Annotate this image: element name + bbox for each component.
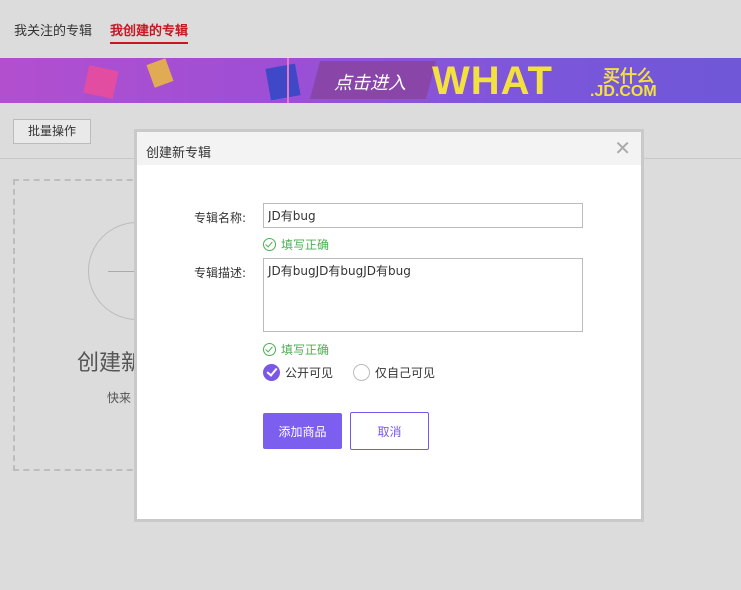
album-name-label: 专辑名称:	[194, 211, 247, 225]
decor-shape	[146, 58, 174, 88]
create-album-desc: 快来	[107, 391, 132, 405]
dialog-title: 创建新专辑	[146, 146, 212, 161]
check-circle-icon	[263, 238, 276, 251]
close-icon[interactable]: ✕	[614, 138, 631, 158]
album-name-valid-text: 填写正确	[281, 238, 330, 252]
album-desc-valid: 填写正确	[263, 341, 329, 358]
decor-shape	[265, 63, 301, 101]
album-name-input[interactable]	[263, 203, 583, 228]
add-product-button[interactable]: 添加商品	[263, 413, 342, 449]
decor-divider	[287, 58, 289, 103]
cancel-button[interactable]: 取消	[350, 412, 429, 450]
album-desc-textarea[interactable]: JD有bugJD有bugJD有bug	[263, 258, 583, 332]
banner-click-text: 点击进入	[334, 73, 406, 94]
batch-operation-button[interactable]: 批量操作	[13, 119, 91, 144]
visibility-public-radio[interactable]: 公开可见	[263, 364, 333, 381]
album-name-valid: 填写正确	[263, 236, 329, 253]
radio-unchecked-icon	[353, 364, 370, 381]
radio-checked-icon	[263, 364, 280, 381]
visibility-public-label: 公开可见	[285, 366, 334, 380]
dialog-header: 创建新专辑 ✕	[137, 132, 641, 165]
visibility-private-radio[interactable]: 仅自己可见	[353, 364, 435, 381]
banner-what-logo: WHAT	[432, 59, 553, 103]
album-desc-label: 专辑描述:	[194, 266, 247, 280]
check-circle-icon	[263, 343, 276, 356]
album-desc-valid-text: 填写正确	[281, 343, 330, 357]
banner-jd-text: .JD.COM	[590, 83, 657, 100]
visibility-private-label: 仅自己可见	[375, 366, 436, 380]
create-album-dialog: 创建新专辑 ✕ 专辑名称: 填写正确 专辑描述: JD有bugJD有bugJD有…	[134, 129, 644, 522]
tab-followed-albums[interactable]: 我关注的专辑	[14, 20, 92, 39]
tab-my-albums[interactable]: 我创建的专辑	[110, 20, 189, 44]
promo-banner[interactable]: 点击进入 WHAT 买什么 .JD.COM	[0, 58, 741, 103]
tab-bar: 我关注的专辑 我创建的专辑	[0, 0, 741, 58]
decor-shape	[83, 65, 119, 99]
create-album-card[interactable]: 创建新 快来	[13, 179, 186, 471]
